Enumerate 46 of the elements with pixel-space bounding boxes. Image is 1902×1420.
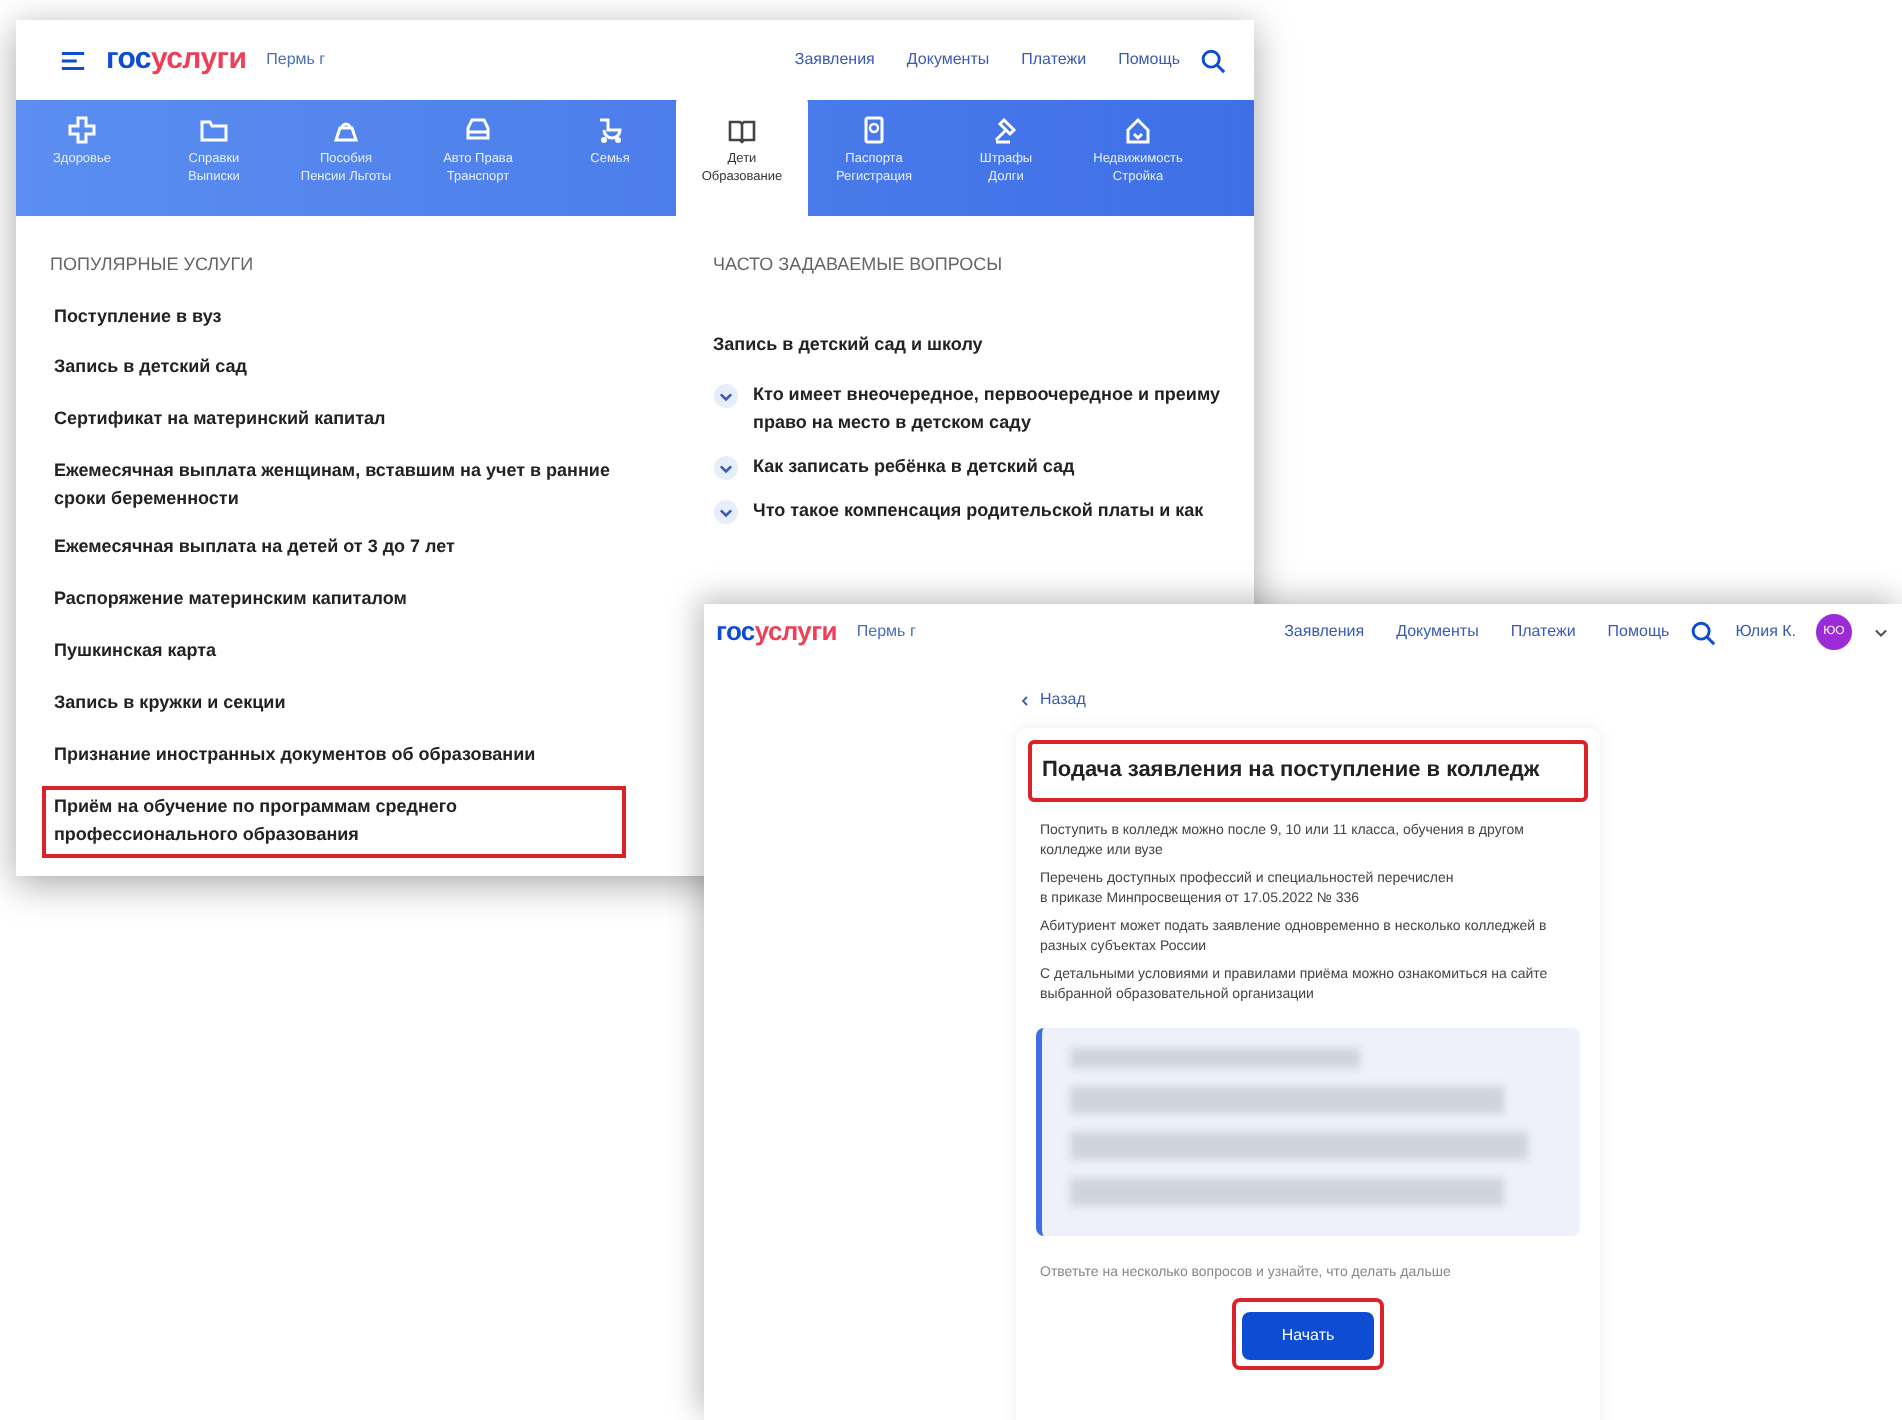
chevron-down-icon [713,384,738,409]
service-link[interactable]: Ежемесячная выплата женщинам, вставшим на учет в ранние сроки беременности [42,450,642,523]
faq-group-title: Запись в детский сад и школу [713,331,985,358]
faq-question[interactable]: Что такое компенсация родительской платы и как [753,498,1204,527]
start-button[interactable]: Начать [1241,1312,1375,1360]
search-icon[interactable] [1200,47,1226,73]
service-link[interactable]: Пушкинская карта [42,630,714,674]
service-link[interactable]: Признание иностранных документов об образовании [42,733,714,778]
id-card-icon [860,116,888,144]
chevron-down-icon [713,500,738,525]
page-title: Подача заявления на поступление в колледж [1028,740,1588,801]
logo[interactable]: госуслуги [716,612,837,652]
stroller-icon [596,116,624,144]
section-heading: ЧАСТО ЗАДАВАЕМЫЕ ВОПРОСЫ [713,252,1005,278]
gavel-icon [992,116,1020,144]
search-icon[interactable] [1689,619,1716,645]
chevron-down-icon [713,456,738,481]
city-link[interactable]: Пермь г [266,48,326,72]
service-link[interactable]: Запись в кружки и секции [42,682,714,726]
section-heading: ПОПУЛЯРНЫЕ УСЛУГИ [50,252,256,278]
user-name[interactable]: Юлия К. [1735,620,1796,644]
house-icon [1124,116,1152,144]
menu-icon[interactable] [60,47,86,73]
nav-link[interactable]: Документы [1396,620,1479,644]
nav-link[interactable]: Документы [906,48,990,72]
back-link[interactable]: Назад [1040,688,1086,712]
nav-link[interactable]: Платежи [1510,620,1576,644]
logo[interactable]: госуслуги [106,37,247,83]
service-link[interactable]: Ежемесячная выплата на детей от 3 до 7 лет [42,526,714,571]
faq-question[interactable]: Как записать ребёнка в детский сад [753,454,1075,483]
service-link[interactable]: Поступление в вуз [42,295,714,339]
nav-link[interactable]: Помощь [1118,48,1180,72]
service-link[interactable]: Запись в детский сад [42,346,714,391]
nav-link[interactable]: Заявления [794,48,875,72]
nav-link[interactable]: Помощь [1607,620,1670,644]
folder-icon [200,116,228,144]
faq-question[interactable]: Кто имеет внеочередное, первоочередное и преиму право на место в детском саду [753,382,1220,439]
back-chevron-icon [1018,693,1032,707]
cross-icon [68,116,96,144]
service-link[interactable]: Распоряжение материнским капиталом [42,578,714,623]
service-link[interactable]: Сертификат на материнский капитал [42,398,714,443]
nav-link[interactable]: Платежи [1021,48,1087,72]
book-icon [728,116,756,144]
nav-link[interactable]: Заявления [1284,620,1365,644]
service-link[interactable]: Приём на обучение по программам среднего профессионального образования [42,785,626,858]
city-link[interactable]: Пермь г [856,620,916,644]
